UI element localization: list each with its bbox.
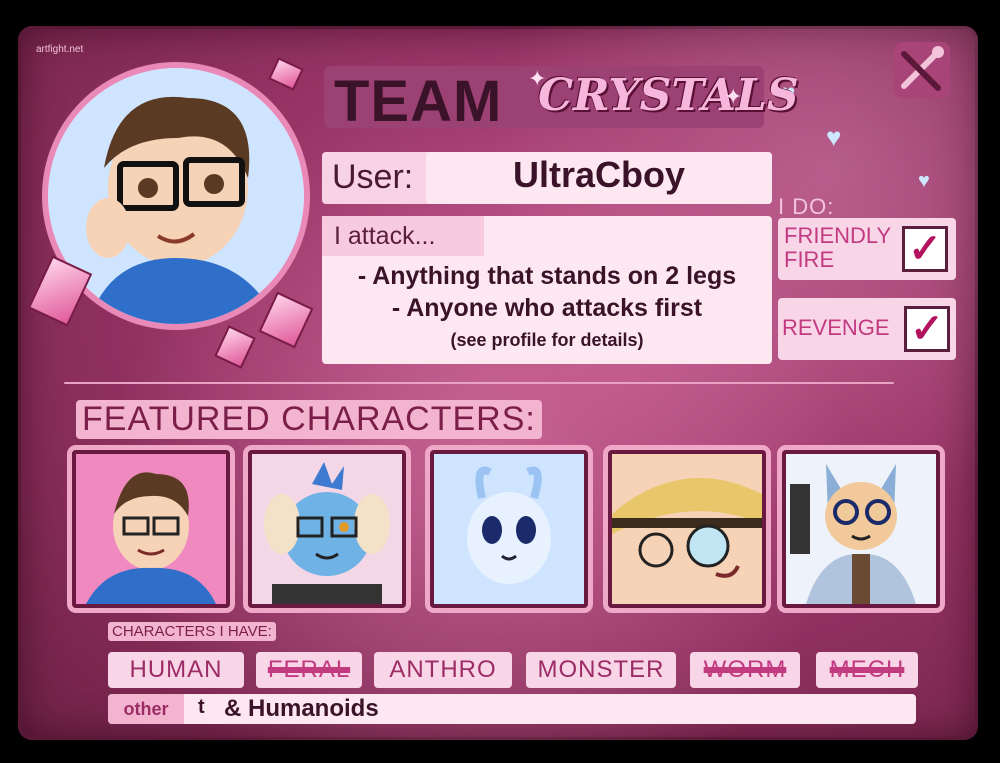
checkbox-revenge[interactable]: ✓ <box>904 306 950 352</box>
featured-character-5[interactable] <box>782 450 940 608</box>
option-friendly-fire: FRIENDLY FIRE ✓ <box>778 218 956 280</box>
other-text: & Humanoids <box>224 695 379 722</box>
tag-feral: FERAL <box>256 652 362 688</box>
option-revenge: REVENGE ✓ <box>778 298 956 360</box>
attack-line: - Anything that stands on 2 legs <box>357 262 737 290</box>
user-name[interactable]: UltraCboy <box>426 154 772 196</box>
attack-note: (see profile for details) <box>450 330 644 350</box>
featured-character-3[interactable] <box>430 450 588 608</box>
ido-label: I DO: <box>778 194 835 219</box>
crystal-shard <box>268 57 304 91</box>
featured-label: FEATURED CHARACTERS: <box>76 400 542 439</box>
tag-human: HUMAN <box>108 652 244 688</box>
sparkle-icon: ✦ <box>724 84 743 109</box>
crystal-shard <box>214 325 256 369</box>
team-prefix: TEAM <box>334 69 503 134</box>
option-label: REVENGE <box>782 315 890 340</box>
sparkle-icon: ✦ <box>528 66 547 91</box>
checkbox-friendly-fire[interactable]: ✓ <box>902 226 948 272</box>
tag-monster: MONSTER <box>526 652 676 688</box>
crossed-brush-icon <box>894 42 950 98</box>
tag-worm: WORM <box>690 652 800 688</box>
crystal-shard <box>258 291 314 349</box>
tag-anthro: ANTHRO <box>374 652 512 688</box>
user-label: User: <box>332 158 414 196</box>
team-name: CRYSTALS <box>538 70 799 121</box>
watermark: artfight.net <box>36 44 84 55</box>
team-card: artfight.net ♥ ♥ ♥ TEAM CRYSTALS ✦ ✦ Use… <box>18 26 978 740</box>
other-label: other <box>108 694 184 724</box>
heart-icon: ♥ <box>826 122 842 152</box>
attack-label: I attack... <box>334 222 436 250</box>
heart-icon: ♥ <box>918 170 930 192</box>
featured-character-4[interactable] <box>608 450 766 608</box>
option-label: FIRE <box>784 247 835 272</box>
divider <box>64 382 894 384</box>
characters-have-label: CHARACTERS I HAVE: <box>108 622 276 641</box>
attack-line: - Anyone who attacks first <box>391 294 703 322</box>
tumblr-t-icon[interactable]: t <box>198 696 205 719</box>
tag-mech: MECH <box>816 652 918 688</box>
featured-character-1[interactable] <box>72 450 230 608</box>
option-label: FRIENDLY <box>784 223 892 248</box>
featured-character-2[interactable] <box>248 450 406 608</box>
